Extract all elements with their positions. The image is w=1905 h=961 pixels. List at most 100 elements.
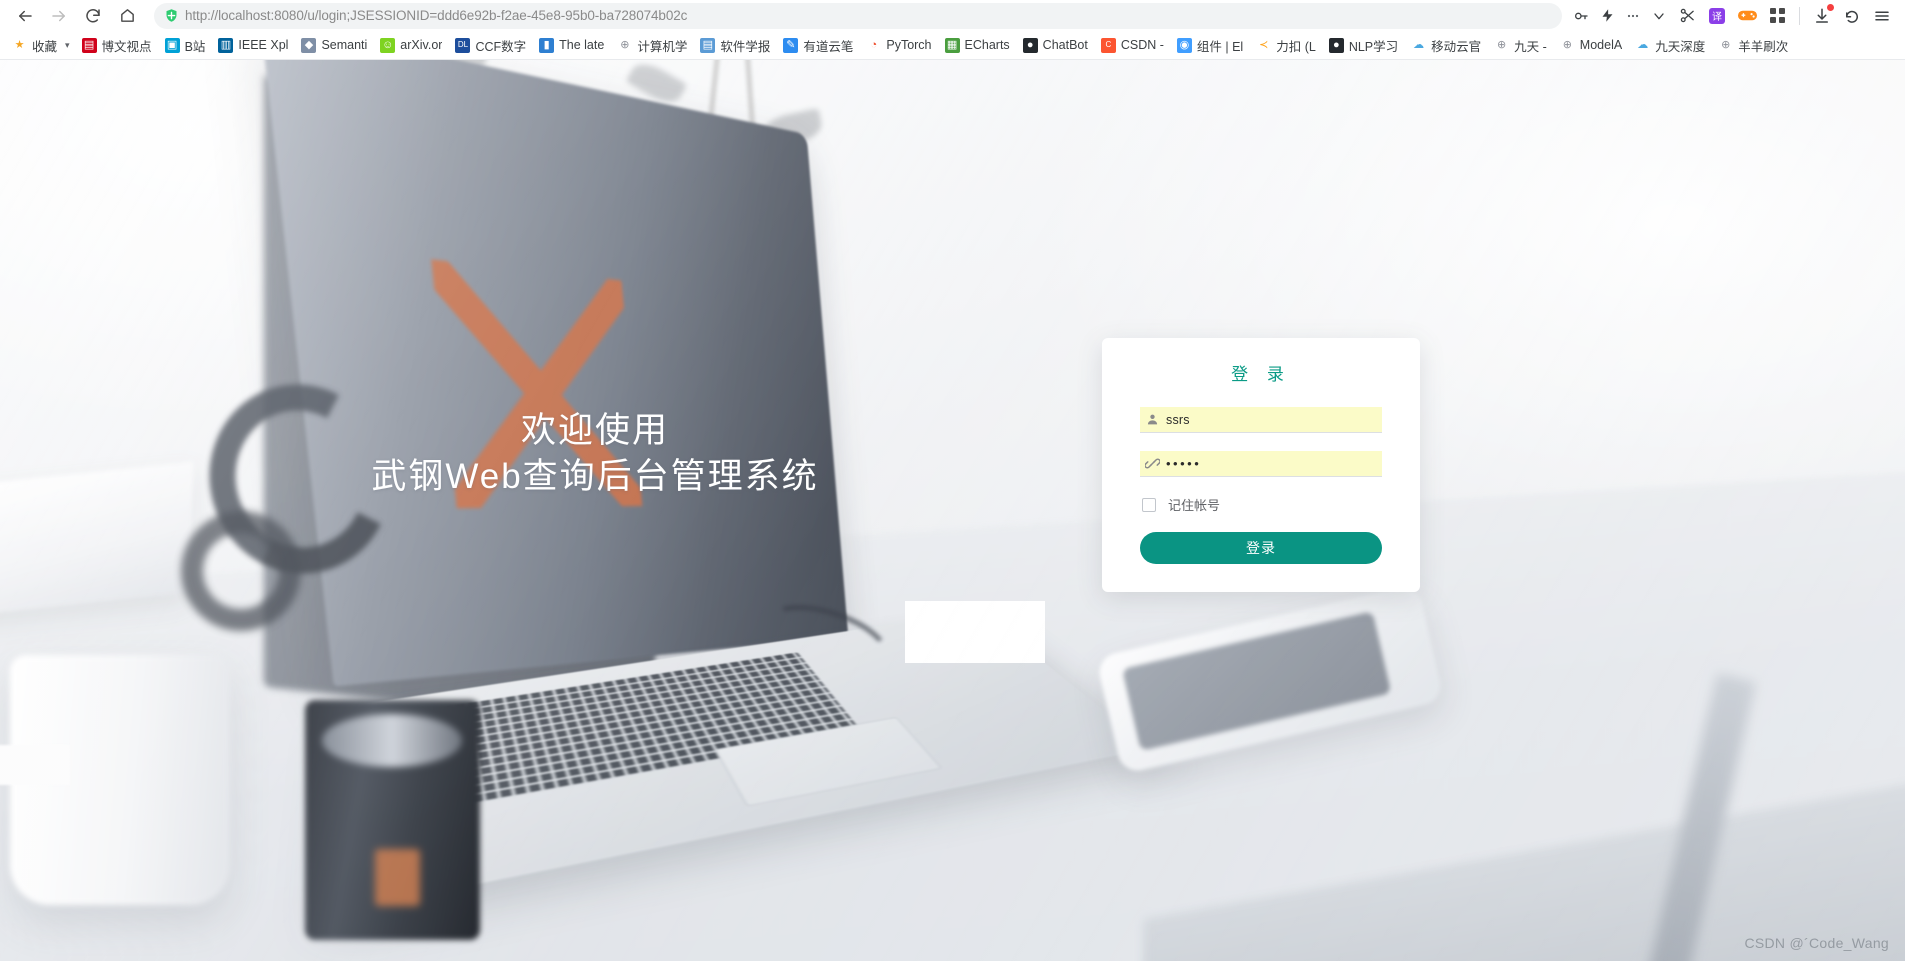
home-button[interactable] <box>110 2 144 30</box>
password-input[interactable]: ••••• <box>1166 456 1201 471</box>
background-photo <box>0 60 1905 961</box>
bookmark-item[interactable]: ▤ 博文视点 <box>76 33 158 57</box>
bookmark-label: The late <box>559 38 605 52</box>
watermark: CSDN @´Code_Wang <box>1744 935 1889 951</box>
more-dots-icon[interactable] <box>1620 3 1646 29</box>
page-viewport: 欢迎使用 武钢Web查询后台管理系统 登 录 ••••• 记住帐号 登录 CSD… <box>0 60 1905 961</box>
bookmark-label: 组件 | El <box>1196 39 1244 54</box>
book-stack <box>0 461 194 618</box>
bookmark-label: ModelA <box>1579 38 1623 52</box>
username-field[interactable] <box>1140 407 1382 433</box>
bookmark-item[interactable]: ▥ IEEE Xpl <box>212 33 294 57</box>
pytorch-icon: ◔ <box>870 38 878 51</box>
bookmark-item[interactable]: ☺ arXiv.or <box>374 33 448 57</box>
bookmark-label: 九天深度 <box>1655 39 1706 54</box>
user-icon <box>1144 412 1160 428</box>
remember-checkbox[interactable] <box>1142 497 1156 512</box>
bowen-icon: ▤ <box>81 37 97 53</box>
downloads-icon[interactable] <box>1807 2 1837 30</box>
bookmark-label: CCF数字 <box>475 39 527 54</box>
bookmark-item[interactable]: ◔ PyTorch <box>860 33 937 57</box>
youdao-icon: ✎ <box>783 37 799 53</box>
bookmark-label: PyTorch <box>886 38 932 52</box>
bookmark-item[interactable]: ● NLP学习 <box>1323 33 1404 57</box>
bookmark-item[interactable]: ▣ B站 <box>159 33 212 57</box>
omnibox-actions <box>1568 3 1672 29</box>
bookmark-item[interactable]: ★ 收藏 <box>6 33 63 57</box>
reload-button[interactable] <box>76 2 110 30</box>
bookmark-label: 有道云笔 <box>803 39 854 54</box>
laptop-logo <box>431 259 643 509</box>
url-text: http://localhost:8080/u/login;JSESSIONID… <box>185 8 688 23</box>
translate-badge: 译 <box>1709 7 1725 24</box>
bookmark-item[interactable]: ⊕ 计算机学 <box>611 33 693 57</box>
bookmark-label: 博文视点 <box>101 39 152 54</box>
bookmark-item[interactable]: ⊕ ModelA <box>1554 33 1628 57</box>
bookmark-item[interactable]: ● ChatBot <box>1017 33 1094 57</box>
lightning-icon[interactable] <box>1594 3 1620 29</box>
address-bar[interactable]: http://localhost:8080/u/login;JSESSIONID… <box>154 2 1562 29</box>
bookmark-item[interactable]: ◉ 组件 | El <box>1171 33 1249 57</box>
apps-grid-icon[interactable] <box>1762 2 1792 30</box>
star-icon: ★ <box>14 38 25 51</box>
gamepad-icon[interactable] <box>1732 2 1762 30</box>
camera-lens <box>304 699 480 940</box>
password-field[interactable]: ••••• <box>1140 451 1382 477</box>
bookmarks-overflow-caret[interactable]: ▾ <box>65 40 70 51</box>
leetcode-icon: ≺ <box>1259 38 1269 51</box>
login-title: 登 录 <box>1231 365 1291 384</box>
bookmark-label: 软件学报 <box>720 39 771 54</box>
forward-button[interactable] <box>42 2 76 30</box>
username-input[interactable] <box>1166 407 1382 432</box>
bookmark-item[interactable]: ☁ 九天深度 <box>1629 33 1711 57</box>
bookmark-item[interactable]: ▦ ECharts <box>939 33 1016 57</box>
translate-icon[interactable]: 译 <box>1702 2 1732 30</box>
bookmark-label: 计算机学 <box>637 39 688 54</box>
github-icon: ● <box>1328 37 1344 53</box>
bookmark-label: 九天 - <box>1514 39 1547 54</box>
login-submit-button[interactable]: 登录 <box>1140 532 1382 564</box>
bookmark-item[interactable]: ▤ 软件学报 <box>694 33 776 57</box>
bookmark-item[interactable]: ≺ 力扣 (L <box>1250 33 1322 57</box>
login-card: 登 录 ••••• 记住帐号 登录 <box>1102 338 1420 592</box>
camera-lens-ring <box>322 714 463 767</box>
bookmark-label: B站 <box>184 39 206 54</box>
bookmark-item[interactable]: ✎ 有道云笔 <box>777 33 859 57</box>
bookmark-item[interactable]: ⊕ 九天 - <box>1488 33 1553 57</box>
bookmark-label: Semanti <box>321 38 368 52</box>
desk-highlight <box>904 600 1045 663</box>
browser-toolbar: http://localhost:8080/u/login;JSESSIONID… <box>0 0 1905 31</box>
cloud-icon: ☁ <box>1637 38 1649 51</box>
password-key-icon[interactable] <box>1568 3 1594 29</box>
arxiv-icon: ☺ <box>380 37 396 53</box>
remember-account-row[interactable]: 记住帐号 <box>1142 495 1382 514</box>
bookmark-label: 力扣 (L <box>1276 39 1316 54</box>
bookmark-label: ECharts <box>964 38 1010 52</box>
back-button[interactable] <box>8 2 42 30</box>
bookmarks-bar: ★ 收藏 ▾ ▤ 博文视点 ▣ B站 ▥ IEEE Xpl ◆ Semanti ☺ arXiv.or DL… <box>0 31 1905 60</box>
laptop-lid <box>260 60 849 687</box>
desk-highlight <box>0 744 71 785</box>
bookmark-item[interactable]: DL CCF数字 <box>449 33 532 57</box>
chevron-down-icon[interactable] <box>1646 3 1672 29</box>
bookmark-label: 羊羊刷次 <box>1738 39 1789 54</box>
cloud-icon: ☁ <box>1413 38 1425 51</box>
bookmark-item[interactable]: ◆ Semanti <box>295 33 373 57</box>
grid-glyph <box>1769 8 1785 23</box>
bookmark-item[interactable]: ▮ The late <box>533 33 610 57</box>
bookmark-item[interactable]: ⊕ 羊羊刷次 <box>1712 33 1794 57</box>
element-icon: ◉ <box>1176 37 1192 53</box>
bookmark-label: 移动云官 <box>1431 39 1482 54</box>
bookmark-item[interactable]: C CSDN - <box>1095 33 1170 57</box>
csdn-icon: C <box>1100 37 1116 53</box>
toolbar-divider <box>1799 6 1800 25</box>
menu-icon[interactable] <box>1867 2 1897 30</box>
bookmark-label: NLP学习 <box>1348 39 1399 54</box>
history-back-icon[interactable] <box>1837 2 1867 30</box>
scissors-icon[interactable] <box>1672 2 1702 30</box>
bookmark-item[interactable]: ☁ 移动云官 <box>1405 33 1487 57</box>
chart-icon: ▮ <box>539 37 555 53</box>
remember-label: 记住帐号 <box>1168 498 1221 513</box>
key-link-icon <box>1144 456 1160 472</box>
downloads-badge <box>1827 3 1834 11</box>
